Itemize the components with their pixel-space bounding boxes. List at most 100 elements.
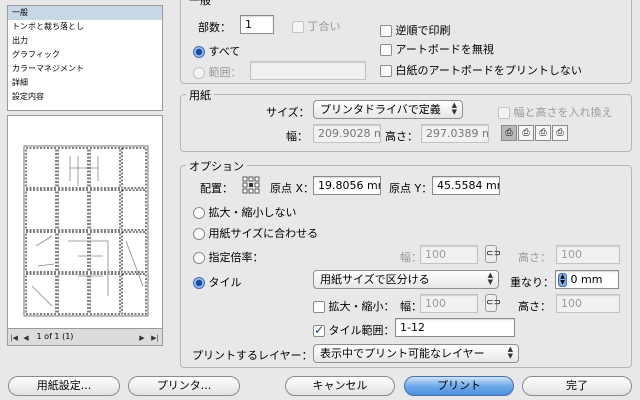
select-arrows-icon: ▲ ▼ [451, 101, 457, 116]
category-marks-bleed[interactable]: トンボと裁ち落とし [8, 20, 162, 34]
first-page-icon[interactable]: |◀ [8, 330, 20, 344]
overlap-label: 重なり： [510, 276, 554, 289]
tile-label: タイル [208, 276, 242, 289]
tile-mode-select[interactable]: 用紙サイズで区分ける ▲ ▼ [313, 270, 499, 289]
origin-y-input[interactable]: 45.5584 mn [432, 176, 500, 195]
select-arrows-icon: ▲ ▼ [507, 345, 513, 360]
reverse-order-label: 逆順で印刷 [395, 24, 451, 37]
category-graphics[interactable]: グラフィック [8, 48, 162, 62]
landscape-flipped-icon[interactable]: ⎙ [552, 125, 568, 141]
paper-size-select[interactable]: プリンタドライバで定義 ▲ ▼ [313, 100, 463, 119]
printer-button[interactable]: プリンタ... [128, 376, 240, 396]
print-layers-select[interactable]: 表示中でプリント可能なレイヤー ▲ ▼ [313, 344, 519, 363]
paper-width-input[interactable]: 209.9028 m [313, 124, 381, 143]
paper-title: 用紙 [186, 87, 214, 103]
next-page-icon[interactable]: ▶ [136, 330, 148, 344]
scale-width-label: 幅： [400, 300, 422, 313]
scale-height-input[interactable]: 100 [556, 294, 620, 313]
prev-page-icon[interactable]: ◀ [20, 330, 32, 344]
fit-to-page-option[interactable]: 用紙サイズに合わせる [193, 225, 318, 241]
category-advanced[interactable]: 詳細 [8, 76, 162, 90]
scale-label: 拡大・縮小： [328, 300, 395, 313]
collate-option[interactable]: 丁合い [292, 18, 341, 34]
preview-tiles [23, 145, 149, 317]
custom-scale-label: 指定倍率： [208, 251, 264, 264]
custom-width-input[interactable]: 100 [420, 245, 478, 264]
range-radio[interactable] [193, 67, 205, 79]
category-summary[interactable]: 設定内容 [8, 90, 162, 104]
range-input[interactable] [250, 61, 366, 80]
tile-range-checkbox[interactable] [313, 323, 325, 337]
skip-blank-option[interactable]: 白紙のアートボードをプリントしない [380, 62, 582, 78]
landscape-icon[interactable]: ⎙ [518, 125, 534, 141]
print-preview[interactable] [7, 115, 163, 346]
custom-height-input[interactable]: 100 [556, 245, 620, 264]
scale-link-icon[interactable]: ⊂⊃ [485, 294, 501, 312]
cancel-button[interactable]: キャンセル [285, 376, 395, 396]
portrait-icon[interactable]: ⎙ [501, 125, 517, 141]
tile-option[interactable]: タイル [193, 274, 242, 290]
no-scale-radio[interactable] [193, 207, 205, 219]
copies-label: 部数： [198, 21, 231, 34]
custom-scale-radio[interactable] [193, 252, 205, 264]
reverse-order-option[interactable]: 逆順で印刷 [380, 22, 451, 38]
tile-range-option[interactable]: タイル範囲： [313, 322, 395, 338]
select-arrows-icon: ▲ ▼ [487, 271, 493, 286]
preview-navigation: |◀ ◀ 1 of 1 (1) ▶ ▶| [7, 328, 163, 346]
fit-to-page-radio[interactable] [193, 228, 205, 240]
scale-option[interactable]: 拡大・縮小： [313, 298, 395, 314]
origin-x-input[interactable]: 19.8056 mn [313, 176, 381, 195]
category-general[interactable]: 一般 [8, 6, 162, 20]
ignore-artboards-checkbox[interactable] [380, 44, 392, 56]
scale-checkbox[interactable] [313, 301, 325, 313]
swap-dimensions-label: 幅と高さを入れ換え [513, 106, 613, 119]
print-button[interactable]: プリント [404, 376, 514, 396]
paper-height-label: 高さ： [385, 130, 418, 143]
tile-radio[interactable] [193, 277, 205, 289]
tile-range-input[interactable]: 1-12 [395, 318, 515, 337]
skip-blank-checkbox[interactable] [380, 65, 392, 77]
print-layers-label: プリントするレイヤー： [192, 349, 313, 362]
page-indicator: 1 of 1 (1) [36, 332, 74, 341]
skip-blank-label: 白紙のアートボードをプリントしない [395, 64, 582, 77]
paper-height-input[interactable]: 297.0389 m [421, 124, 489, 143]
reverse-order-checkbox[interactable] [380, 25, 392, 37]
done-button[interactable]: 完了 [522, 376, 632, 396]
scale-height-label: 高さ： [518, 300, 551, 313]
range-label: 範囲： [208, 66, 242, 79]
no-scale-label: 拡大・縮小しない [208, 206, 297, 219]
category-list[interactable]: 一般 トンボと裁ち落とし 出力 グラフィック カラーマネジメント 詳細 設定内容 [7, 5, 163, 111]
range-option[interactable]: 範囲： [193, 64, 242, 80]
swap-dimensions-checkbox[interactable] [498, 107, 510, 119]
overlap-stepper-icon[interactable]: ▲ ▼ [558, 273, 567, 287]
paper-size-value: プリンタドライバで定義 [320, 103, 441, 116]
general-title: 一般 [186, 0, 214, 8]
tile-range-label: タイル範囲： [328, 324, 395, 337]
swap-dimensions-option[interactable]: 幅と高さを入れ換え [498, 104, 613, 120]
overlap-input[interactable]: ▲ ▼ 0 mm [555, 270, 619, 289]
collate-label: 丁合い [307, 20, 341, 33]
scale-width-input[interactable]: 100 [420, 294, 478, 313]
page-setup-button[interactable]: 用紙設定... [8, 376, 120, 396]
all-pages-radio[interactable] [193, 46, 205, 58]
all-pages-option[interactable]: すべて [193, 43, 240, 59]
last-page-icon[interactable]: ▶| [149, 330, 161, 344]
copies-input[interactable]: 1 [240, 15, 274, 34]
paper-size-label: サイズ： [266, 106, 310, 119]
tile-mode-value: 用紙サイズで区分ける [320, 273, 430, 286]
category-color-management[interactable]: カラーマネジメント [8, 62, 162, 76]
overlap-value: 0 mm [570, 273, 603, 286]
custom-height-label: 高さ： [518, 251, 551, 264]
placement-label: 配置： [200, 182, 233, 195]
no-scale-option[interactable]: 拡大・縮小しない [193, 204, 297, 220]
placement-grid-icon[interactable] [242, 176, 260, 194]
ignore-artboards-option[interactable]: アートボードを無視 [380, 41, 494, 57]
print-layers-value: 表示中でプリント可能なレイヤー [320, 347, 485, 360]
link-proportions-icon[interactable]: ⊂⊃ [485, 245, 501, 263]
portrait-flipped-icon[interactable]: ⎙ [535, 125, 551, 141]
paper-width-label: 幅： [286, 130, 308, 143]
fit-to-page-label: 用紙サイズに合わせる [208, 227, 319, 240]
category-output[interactable]: 出力 [8, 34, 162, 48]
collate-checkbox[interactable] [292, 21, 304, 33]
custom-scale-option[interactable]: 指定倍率： [193, 249, 264, 265]
